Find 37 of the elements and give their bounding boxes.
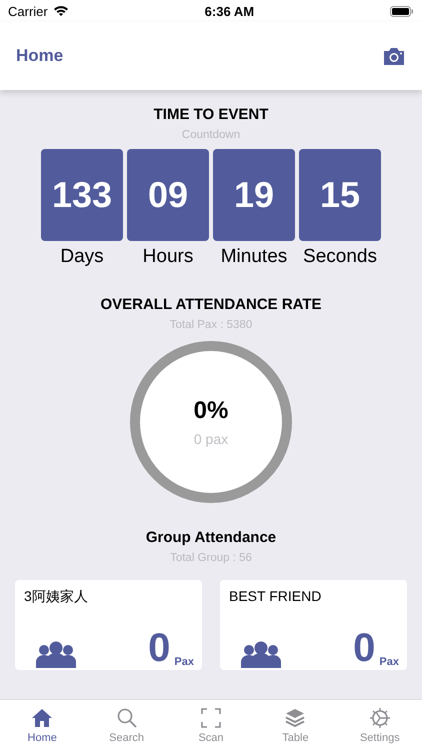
section-title: Group Attendance	[146, 529, 276, 546]
layers-icon	[283, 706, 308, 730]
percent-value: 0%	[194, 397, 228, 425]
home-icon	[30, 706, 54, 730]
group-name: BEST FRIEND	[229, 588, 322, 604]
countdown-tile: 09	[127, 149, 209, 241]
screen-title: Home	[16, 46, 64, 66]
unit-label: Hours	[142, 246, 194, 268]
section-title: OVERALL ATTENDANCE RATE	[100, 296, 322, 313]
settings-icon	[368, 706, 392, 730]
section-title: TIME TO EVENT	[154, 106, 268, 123]
people-icon	[34, 640, 78, 668]
unit-label: Pax	[379, 656, 399, 668]
tab-item[interactable]: Scan	[168, 700, 254, 750]
unit-label: Minutes	[220, 246, 288, 268]
tab-item[interactable]: Home	[0, 700, 84, 750]
pax-count: 0 pax	[194, 431, 228, 447]
unit-label: Pax	[174, 656, 194, 668]
camera-icon[interactable]	[382, 46, 406, 66]
search-icon	[114, 706, 139, 730]
tab-item[interactable]: Search	[84, 700, 169, 750]
countdown-tile: 15	[299, 149, 381, 241]
countdown-tile: 133	[41, 149, 123, 241]
carrier-label: Carrier	[8, 4, 48, 18]
people-icon	[239, 640, 283, 668]
group-count: 0	[353, 628, 376, 668]
group-name: 3阿姨家人	[24, 588, 89, 606]
battery-icon	[390, 6, 414, 16]
group-count: 0	[148, 628, 170, 668]
unit-label: Seconds	[303, 246, 377, 268]
unit-label: Days	[60, 246, 104, 268]
frame-icon	[199, 706, 224, 730]
tab-item[interactable]: Table	[253, 700, 338, 750]
tab-item[interactable]: Settings	[338, 700, 422, 750]
wifi-icon	[52, 5, 69, 17]
countdown-tile: 19	[213, 149, 295, 241]
clock-time: 6:36 AM	[204, 4, 254, 18]
